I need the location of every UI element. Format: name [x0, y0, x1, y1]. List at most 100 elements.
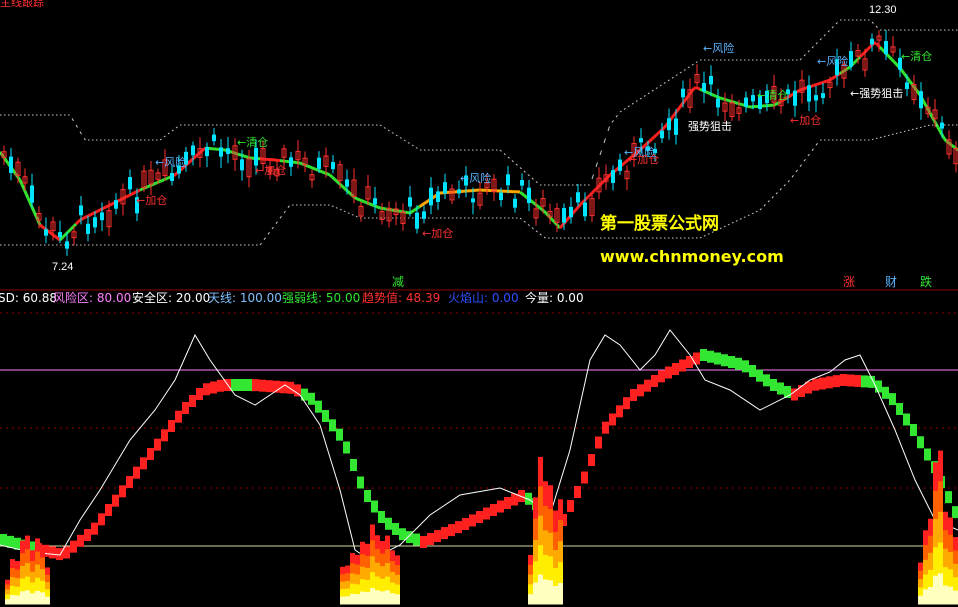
flame-bar [928, 552, 933, 571]
trend-segment [648, 137, 654, 142]
flame-bar [30, 582, 35, 594]
trend-block [399, 528, 406, 541]
lower-band-dot [263, 237, 266, 240]
trend-block [840, 374, 847, 386]
annotation-risk-4: ←风险 [703, 41, 734, 55]
trend-block [392, 523, 399, 535]
flame-bar [5, 584, 10, 590]
trend-block [917, 436, 924, 449]
flame-bar [385, 576, 390, 591]
trend-segment [62, 232, 68, 238]
trend-block [77, 534, 84, 547]
flame-bar [543, 530, 548, 556]
trend-block [182, 402, 189, 414]
flame-bar [340, 596, 345, 605]
upper-band-dot [403, 139, 406, 142]
trend-segment [371, 203, 375, 207]
candle-body [919, 91, 923, 109]
flame-bar [538, 486, 543, 517]
flame-bar [355, 554, 360, 566]
candle-body [58, 232, 62, 238]
low-price-label: 7.24 [52, 261, 73, 273]
flame-bar [918, 595, 923, 605]
trend-block [945, 491, 952, 504]
upper-band-dot [71, 118, 74, 122]
trend-block [84, 529, 91, 541]
flame-bar [350, 553, 355, 564]
trend-block [266, 380, 273, 393]
indicator-panel[interactable] [0, 312, 958, 605]
candle-body [373, 198, 377, 205]
upper-band-dot [523, 170, 526, 173]
flame-bar [15, 569, 20, 579]
trend-segment [866, 45, 872, 51]
trend-segment [705, 90, 709, 95]
annotation-risk-2: ←风险 [460, 171, 491, 185]
upper-band-dot [175, 126, 178, 129]
flame-bar [928, 569, 933, 588]
trend-segment [542, 210, 548, 215]
flame-bar [553, 531, 558, 551]
lower-band-dot [275, 221, 278, 224]
flame-bar [390, 571, 395, 584]
flame-bar [933, 547, 938, 577]
flame-bar [953, 590, 958, 605]
candle-body [289, 157, 293, 167]
flame-bar [933, 490, 938, 520]
trend-block [672, 363, 679, 375]
trend-segment [531, 200, 535, 205]
trend-segment [311, 166, 315, 170]
lower-band-dot [543, 236, 546, 239]
candle-body [408, 197, 412, 207]
trend-block [658, 370, 665, 383]
lower-band-dot [767, 200, 770, 203]
lower-band-dot [535, 230, 538, 233]
upper-band-dot [799, 58, 802, 61]
ind-flame: 火焰山: 0.00 [448, 290, 519, 305]
trend-block [763, 374, 770, 387]
upper-band-dot [163, 135, 166, 138]
flame-bar [355, 584, 360, 595]
trend-segment [153, 181, 157, 186]
ind-trend: 趋势值: 48.39 [362, 290, 440, 305]
trend-segment [654, 132, 660, 137]
trend-block [105, 504, 112, 516]
stock-chart[interactable]: 主线跟踪 12.30 7.24 ←风险 ←清仓 ←加仓 ←风险 ←加仓 ←风险 … [0, 0, 958, 607]
trend-segment [725, 98, 729, 102]
flame-bar [533, 518, 538, 541]
flame-bar [25, 549, 30, 564]
lower-band-dot [735, 220, 738, 222]
flame-bar [918, 587, 923, 597]
flame-bar [380, 566, 385, 580]
flame-bar [380, 578, 385, 592]
trend-segment [167, 175, 171, 180]
trend-block [196, 388, 203, 400]
trend-segment [97, 208, 101, 213]
trend-segment [615, 167, 619, 172]
candle-body [569, 206, 573, 218]
trend-segment [811, 83, 815, 88]
trend-segment [815, 82, 819, 87]
candle-body [317, 157, 321, 169]
trend-block [210, 381, 217, 394]
trend-segment [852, 59, 858, 65]
flame-bar [340, 574, 345, 583]
upper-band-dot [659, 84, 662, 87]
trend-segment [133, 190, 137, 195]
lower-band-dot [751, 212, 754, 215]
flame-bar [528, 574, 533, 585]
ind-sd: SD: 60.88 [0, 291, 57, 305]
flame-bar [923, 545, 928, 561]
ind-safe-zone: 安全区: 20.00 [132, 290, 210, 305]
trend-segment [936, 126, 942, 132]
trend-segment [309, 165, 313, 170]
flame-bar [953, 550, 958, 565]
trend-block [742, 360, 749, 373]
price-panel[interactable] [0, 19, 958, 291]
trend-segment [359, 198, 363, 203]
upper-band-dot [695, 61, 698, 64]
trend-segment [32, 210, 38, 217]
trend-segment [377, 205, 381, 210]
flame-bar [30, 550, 35, 562]
upper-band-dot [679, 71, 682, 74]
